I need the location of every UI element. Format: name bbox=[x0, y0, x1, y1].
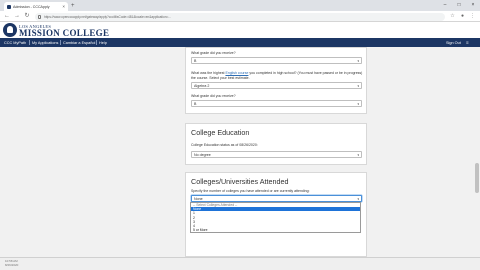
close-tab-icon[interactable]: × bbox=[62, 4, 65, 9]
page-scrollbar[interactable] bbox=[474, 47, 480, 257]
college-education-card: College Education College Education stat… bbox=[185, 123, 367, 165]
taskbar-clock: 10:58 AM 8/26/2020 bbox=[5, 259, 19, 267]
college-education-title: College Education bbox=[191, 128, 250, 137]
minimize-icon[interactable]: – bbox=[438, 0, 452, 11]
reload-icon[interactable]: ↻ bbox=[23, 12, 31, 21]
course-select[interactable]: Algebra 2 ▾ bbox=[191, 82, 362, 89]
nav-sign-out[interactable]: Sign Out bbox=[446, 41, 461, 45]
close-window-icon[interactable]: × bbox=[466, 0, 480, 11]
grade-select-1[interactable]: B ▾ bbox=[191, 57, 362, 64]
browser-tab[interactable]: Admission - CCCApply × bbox=[4, 2, 68, 11]
menu-icon[interactable]: ⋮ bbox=[469, 13, 476, 20]
chevron-down-icon: ▾ bbox=[357, 84, 359, 89]
grade-select-2-value: B bbox=[194, 102, 197, 107]
chevron-down-icon: ▾ bbox=[357, 59, 359, 64]
nav-help[interactable]: Help bbox=[99, 41, 107, 45]
colleges-attended-question: Specify the number of colleges you have … bbox=[191, 189, 310, 193]
course-select-value: Algebra 2 bbox=[194, 84, 210, 89]
nav-divider bbox=[60, 40, 61, 45]
course-question-line2: the course. Select your best estimate. bbox=[191, 75, 250, 80]
forward-icon[interactable]: → bbox=[13, 12, 21, 21]
grade-select-2[interactable]: B ▾ bbox=[191, 100, 362, 107]
taskbar-date: 8/26/2020 bbox=[5, 262, 19, 267]
menu-bars-icon[interactable]: ≡ bbox=[466, 40, 469, 45]
nav-ccc-mypath[interactable]: CCC MyPath bbox=[4, 41, 26, 45]
college-education-select[interactable]: No degree ▾ bbox=[191, 151, 362, 158]
colleges-attended-dropdown: -- Select Colleges Attended -- None 1 2 … bbox=[190, 202, 361, 234]
tab-title: Admission - CCCApply bbox=[13, 4, 50, 9]
high-school-card: What grade did you receive? B ▾ What was… bbox=[185, 47, 367, 114]
site-nav: CCC MyPath My Applications Cambiar a Esp… bbox=[0, 38, 480, 47]
chevron-down-icon: ▾ bbox=[357, 197, 359, 202]
back-icon[interactable]: ← bbox=[3, 12, 11, 21]
grade-select-1-value: B bbox=[194, 59, 197, 64]
college-education-question: College Education status as of 08/26/202… bbox=[191, 143, 258, 147]
course-question: What was the highest English course you … bbox=[191, 71, 362, 75]
lock-icon bbox=[38, 14, 41, 19]
colleges-attended-select[interactable]: None ▾ bbox=[191, 195, 362, 202]
taskbar: 10:58 AM 8/26/2020 bbox=[0, 257, 480, 270]
scrollbar-thumb[interactable] bbox=[475, 163, 479, 193]
chevron-down-icon: ▾ bbox=[357, 153, 359, 158]
star-icon[interactable]: ☆ bbox=[449, 13, 456, 20]
grade-question-2: What grade did you receive? bbox=[191, 94, 236, 98]
college-seal-icon bbox=[3, 23, 17, 37]
address-bar[interactable]: https://www.opencccapply.net/gateway/app… bbox=[35, 12, 445, 21]
logo-title[interactable]: MISSION COLLEGE bbox=[19, 28, 109, 38]
college-education-value: No degree bbox=[194, 153, 211, 158]
colleges-attended-title: Colleges/Universities Attended bbox=[191, 177, 289, 186]
nav-divider bbox=[29, 40, 30, 45]
address-url: https://www.opencccapply.net/gateway/app… bbox=[44, 14, 172, 19]
main-content: What grade did you receive? B ▾ What was… bbox=[0, 47, 480, 257]
screen: Admission - CCCApply × + – □ × ← → ↻ htt… bbox=[0, 0, 480, 270]
browser-toolbar: ← → ↻ https://www.opencccapply.net/gatew… bbox=[0, 11, 480, 22]
site-header: LOS ANGELES MISSION COLLEGE bbox=[0, 22, 480, 38]
nav-divider bbox=[96, 40, 97, 45]
chevron-down-icon: ▾ bbox=[357, 102, 359, 107]
course-question-prefix: What was the highest bbox=[191, 71, 225, 75]
profile-icon[interactable]: ● bbox=[459, 13, 466, 20]
grade-question-1: What grade did you receive? bbox=[191, 51, 236, 55]
maximize-icon[interactable]: □ bbox=[452, 0, 466, 11]
nav-my-applications[interactable]: My Applications bbox=[32, 41, 58, 45]
site-favicon-icon bbox=[7, 5, 11, 9]
nav-language[interactable]: Cambiar a Español bbox=[63, 41, 95, 45]
course-question-suffix: you completed in high school? (You must … bbox=[249, 71, 363, 75]
colleges-attended-value: None bbox=[194, 197, 203, 202]
browser-tabstrip: Admission - CCCApply × + – □ × bbox=[0, 0, 480, 11]
new-tab-icon[interactable]: + bbox=[71, 2, 75, 10]
dropdown-option-5-or-more[interactable]: 5 or More bbox=[191, 228, 360, 232]
course-help-link[interactable]: English course bbox=[225, 71, 248, 75]
